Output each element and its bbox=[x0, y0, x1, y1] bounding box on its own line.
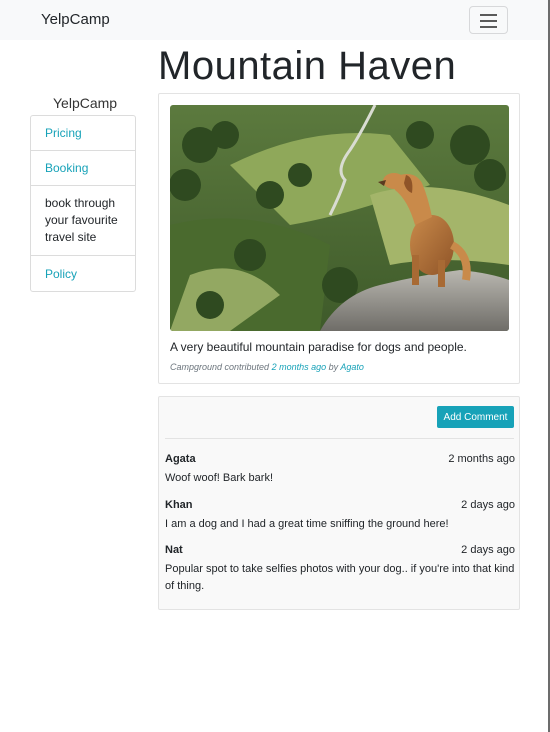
comment-time: 2 days ago bbox=[461, 499, 515, 511]
navbar-toggler-button[interactable] bbox=[469, 6, 508, 34]
sidebar-list: Pricing Booking book through your favour… bbox=[30, 115, 136, 292]
comment-text: Popular spot to take selfies photos with… bbox=[165, 563, 515, 592]
comment: Nat 2 days ago Popular spot to take self… bbox=[165, 544, 515, 595]
comment-time: 2 days ago bbox=[461, 544, 515, 556]
campground-description: A very beautiful mountain paradise for d… bbox=[170, 340, 467, 354]
sidebar-item-label: Policy bbox=[45, 266, 78, 281]
comments-card: Add Comment Agata 2 months ago Woof woof… bbox=[158, 396, 520, 610]
sidebar-item-booking[interactable]: Booking bbox=[31, 151, 135, 186]
sidebar-brand: YelpCamp bbox=[53, 95, 118, 111]
navbar-brand[interactable]: YelpCamp bbox=[41, 11, 110, 28]
comment-time: 2 months ago bbox=[448, 453, 515, 465]
top-navbar: YelpCamp bbox=[0, 0, 548, 40]
campground-card: A very beautiful mountain paradise for d… bbox=[158, 93, 520, 384]
contrib-by: by bbox=[328, 362, 339, 372]
sidebar-item-label: Pricing bbox=[45, 126, 82, 140]
page-title: Mountain Haven bbox=[158, 44, 457, 88]
comment: Khan 2 days ago I am a dog and I had a g… bbox=[165, 499, 515, 533]
sidebar-item-travel-site: book through your favourite travel site bbox=[31, 186, 135, 256]
campground-image bbox=[170, 105, 509, 331]
contrib-prefix: Campground contributed bbox=[170, 362, 270, 372]
campground-contribution: Campground contributed 2 months ago by A… bbox=[170, 362, 364, 372]
sidebar-item-policy[interactable]: Policy bbox=[31, 256, 135, 291]
add-comment-button[interactable]: Add Comment bbox=[437, 406, 514, 428]
sidebar-item-label: Booking bbox=[45, 161, 89, 175]
comment: Agata 2 months ago Woof woof! Bark bark! bbox=[165, 453, 515, 487]
sidebar-item-label: book through your favourite travel site bbox=[45, 196, 118, 244]
comment-text: I am a dog and I had a great time sniffi… bbox=[165, 518, 449, 530]
sidebar-item-pricing[interactable]: Pricing bbox=[31, 116, 135, 151]
divider bbox=[165, 438, 514, 439]
contrib-time-link[interactable]: 2 months ago bbox=[272, 362, 327, 372]
contrib-author-link[interactable]: Agato bbox=[340, 362, 364, 372]
comment-text: Woof woof! Bark bark! bbox=[165, 472, 274, 484]
